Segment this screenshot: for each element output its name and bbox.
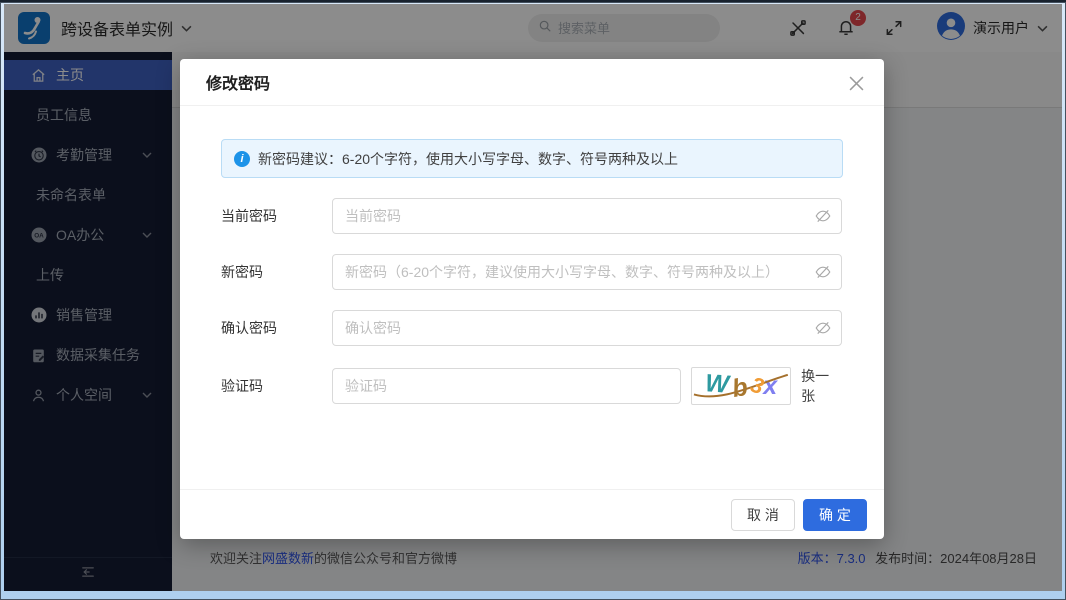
captcha-label: 验证码: [221, 376, 332, 396]
modal-header: 修改密码: [180, 59, 884, 106]
app-window: 跨设备表单实例 2: [0, 0, 1066, 600]
captcha-input[interactable]: [332, 368, 681, 404]
eye-invisible-icon[interactable]: [814, 319, 832, 337]
new-password-label: 新密码: [221, 262, 332, 282]
confirm-password-input[interactable]: [332, 310, 842, 346]
confirm-password-row: 确认密码: [221, 310, 843, 346]
password-tip-banner: i 新密码建议：6-20个字符，使用大小写字母、数字、符号两种及以上: [221, 139, 843, 178]
current-password-input[interactable]: [332, 198, 842, 234]
eye-invisible-icon[interactable]: [814, 207, 832, 225]
new-password-row: 新密码: [221, 254, 843, 290]
change-password-modal: 修改密码 i 新密码建议：6-20个字符，使用大小写字母、数字、符号两种及以上 …: [180, 59, 884, 539]
close-icon[interactable]: [846, 73, 866, 93]
new-password-input[interactable]: [332, 254, 842, 290]
info-icon: i: [234, 151, 250, 167]
current-password-row: 当前密码: [221, 198, 843, 234]
modal-footer: 取 消 确 定: [180, 489, 884, 539]
eye-invisible-icon[interactable]: [814, 263, 832, 281]
confirm-password-label: 确认密码: [221, 318, 332, 338]
modal-title: 修改密码: [206, 70, 270, 94]
captcha-image[interactable]: Wb3x: [691, 367, 791, 405]
password-tip-text: 新密码建议：6-20个字符，使用大小写字母、数字、符号两种及以上: [258, 149, 678, 169]
ok-button[interactable]: 确 定: [803, 499, 867, 531]
captcha-row: 验证码 Wb3x 换一张: [221, 366, 843, 406]
current-password-label: 当前密码: [221, 206, 332, 226]
captcha-refresh-link[interactable]: 换一张: [801, 366, 843, 406]
cancel-button[interactable]: 取 消: [731, 499, 795, 531]
